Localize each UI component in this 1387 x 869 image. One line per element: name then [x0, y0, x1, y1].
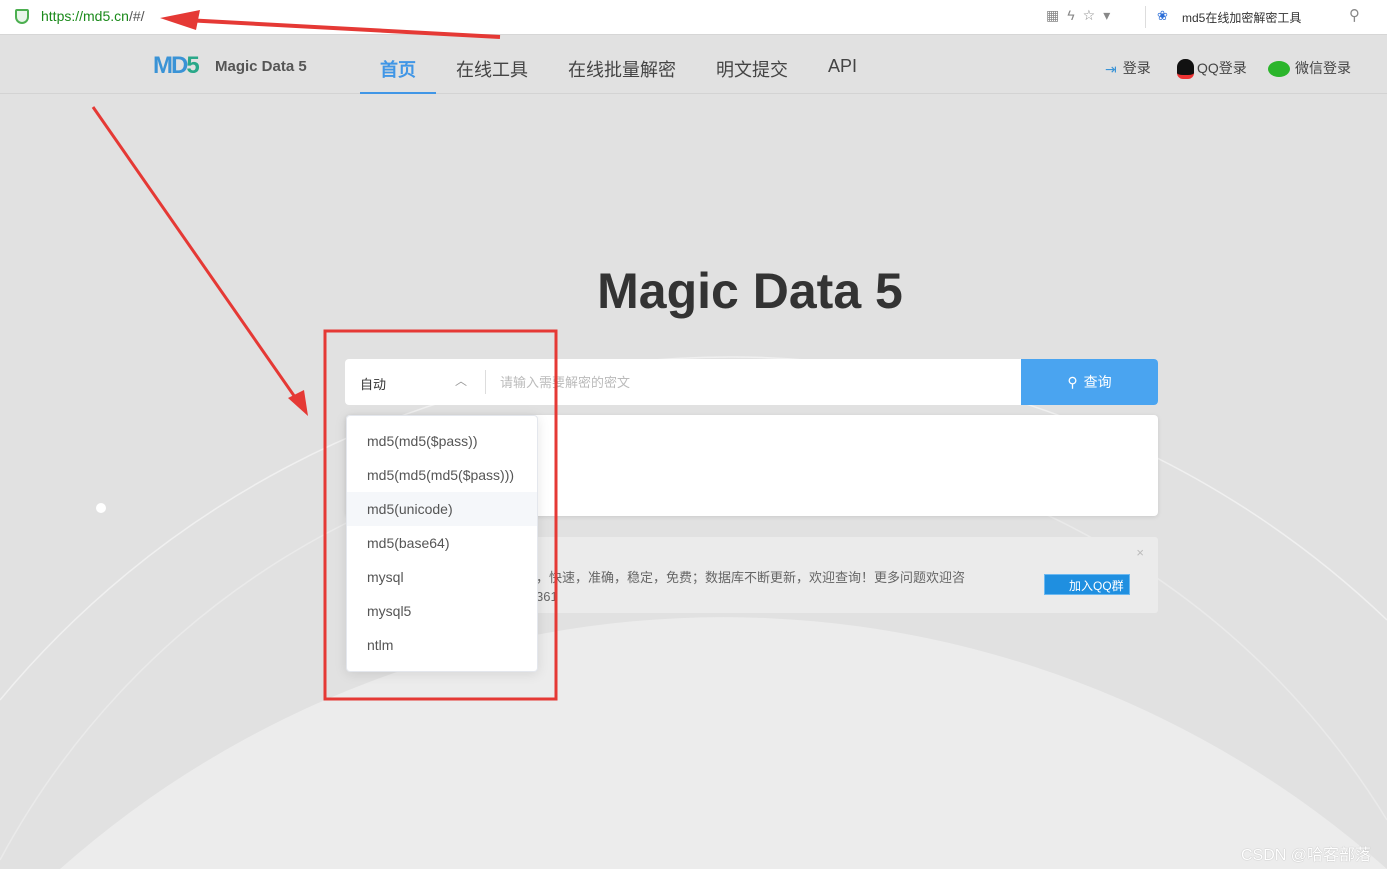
close-icon[interactable]: ×: [1136, 545, 1144, 560]
background-dome: [60, 617, 1387, 869]
dropdown-option[interactable]: md5(unicode): [347, 492, 537, 526]
dropdown-option[interactable]: md5(base64): [347, 526, 537, 560]
login-icon: ⇥: [1105, 60, 1117, 77]
nav-submit-plaintext[interactable]: 明文提交: [716, 56, 788, 82]
nav-online-tools[interactable]: 在线工具: [456, 56, 528, 82]
annotation-arrow-dropdown: [91, 106, 299, 401]
dropdown-option[interactable]: md5(md5($pass)): [347, 424, 537, 458]
ciphertext-input[interactable]: [500, 370, 1000, 394]
nav-batch-decrypt[interactable]: 在线批量解密: [568, 56, 676, 82]
browser-toolbar-icons[interactable]: ▦ϟ☆▾: [1046, 7, 1118, 24]
search-bar: 自动 ︿ ⚲查询: [345, 359, 1158, 405]
md5-logo[interactable]: MD5: [153, 52, 200, 80]
dropdown-option[interactable]: md5(md5(md5($pass))): [347, 458, 537, 492]
watermark: CSDN @哈客部落: [1240, 847, 1371, 864]
wechat-icon: [1268, 61, 1290, 78]
nav-api[interactable]: API: [828, 56, 857, 77]
chevron-up-icon[interactable]: ︿: [455, 372, 467, 389]
dropdown-option[interactable]: ntlm: [347, 628, 537, 662]
url-text[interactable]: https://md5.cn/#/: [41, 8, 145, 24]
search-engine-text[interactable]: md5在线加密解密工具: [1182, 9, 1301, 26]
dropdown-option[interactable]: mysql5: [347, 594, 537, 628]
background-arc: [0, 356, 1387, 701]
browser-address-bar[interactable]: https://md5.cn/#/ ▦ϟ☆▾ ❀ md5在线加密解密工具 ⚲: [0, 0, 1387, 35]
hash-type-select[interactable]: 自动: [360, 374, 386, 393]
query-button[interactable]: ⚲ 查询: [1021, 359, 1158, 405]
active-tab-indicator: [360, 92, 436, 94]
secure-shield-icon: [15, 9, 29, 24]
top-nav: MD5 Magic Data 5 首页 在线工具 在线批量解密 明文提交 API…: [0, 36, 1387, 94]
qq-login-link[interactable]: QQ登录: [1177, 58, 1247, 80]
logo-text[interactable]: Magic Data 5: [215, 58, 307, 75]
qq-penguin-icon: [1177, 59, 1194, 80]
hash-type-dropdown: md5(md5($pass)) md5(md5(md5($pass))) md5…: [346, 415, 538, 672]
baidu-paw-icon: ❀: [1157, 8, 1168, 23]
nav-home[interactable]: 首页: [380, 56, 416, 82]
search-icon: ⚲: [1067, 373, 1078, 390]
join-qq-group-button[interactable]: 加入QQ群: [1044, 574, 1130, 595]
wechat-login-link[interactable]: 微信登录: [1268, 58, 1351, 78]
annotation-arrowhead: [288, 390, 308, 416]
notice-text: ，快速，准确，稳定，免费；数据库不断更新，欢迎查询！更多问题欢迎咨 361: [536, 570, 966, 604]
hero-title: Magic Data 5: [597, 263, 903, 319]
divider: [485, 370, 486, 394]
search-icon[interactable]: ⚲: [1349, 6, 1360, 24]
divider: [1145, 6, 1146, 28]
background-dot: [96, 503, 106, 513]
login-link[interactable]: ⇥ 登录: [1105, 58, 1151, 78]
dropdown-option[interactable]: mysql: [347, 560, 537, 594]
